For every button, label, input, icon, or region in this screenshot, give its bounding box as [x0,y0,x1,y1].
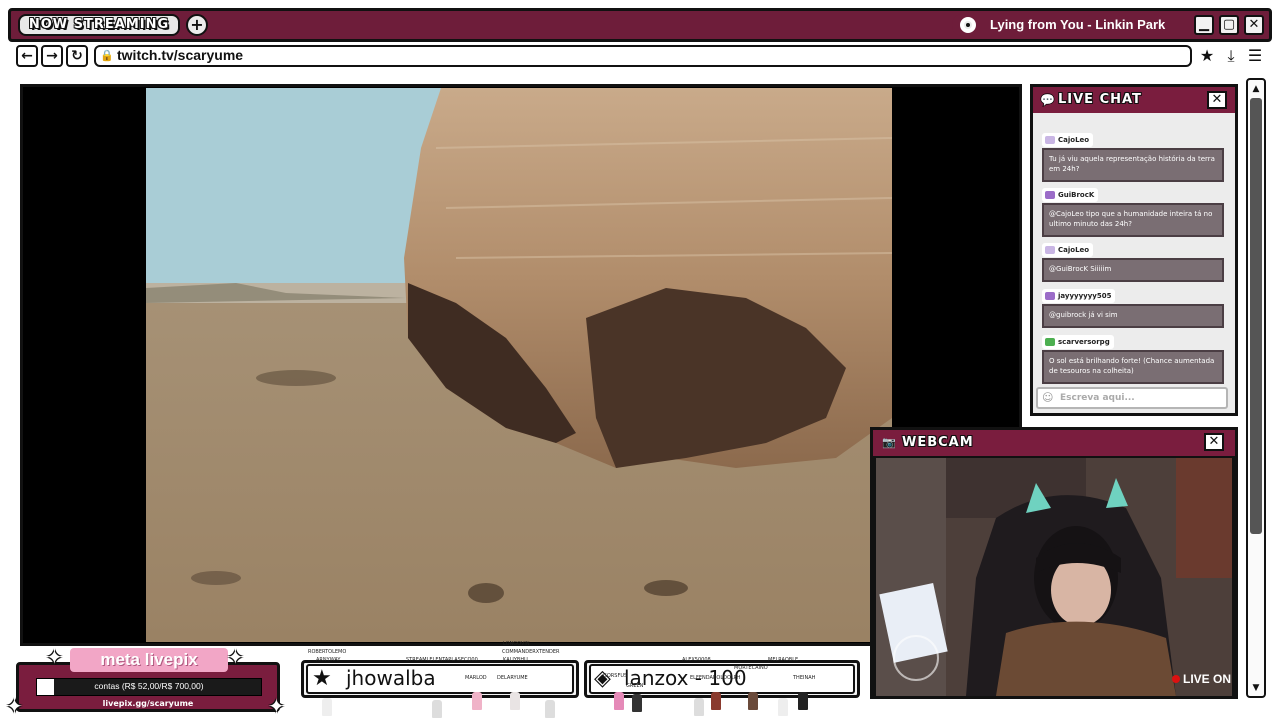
community-label: ELFENDAROLDOLPH [690,675,741,681]
goal-link[interactable]: livepix.gg/scaryume [16,699,280,708]
community-label: ALEX50008 [682,657,711,663]
webcam-feed [876,458,1232,696]
chat-username-text: scarversorpg [1058,338,1110,346]
community-label: COMMANDERXTENDER [502,649,560,655]
live-on-label: LIVE ON [1183,672,1232,686]
avatar-sprite [711,692,721,710]
community-label: ROBERTOLEMO [308,649,347,655]
chat-badge-icon [1045,191,1055,199]
minimize-button[interactable]: ▁ [1194,15,1214,35]
community-label: KALIYBHU [503,657,528,663]
menu-icon[interactable]: ☰ [1244,45,1266,67]
favorite-icon[interactable]: ★ [1196,45,1218,67]
chat-input-placeholder: Escreva aqui... [1060,393,1135,403]
chat-bubble-icon: 💬 [1040,93,1055,107]
goal-progress-text: contas (R$ 52,00/R$ 700,00) [94,681,204,691]
community-label: LONGOVIN [503,641,530,647]
close-window-button[interactable]: ✕ [1244,15,1264,35]
avatar-sprite [510,692,520,710]
community-label: MORTECAINO [734,665,768,671]
chat-message: O sol está brilhando forte! (Chance aume… [1042,350,1224,384]
chat-username[interactable]: GuiBrocK [1042,188,1099,202]
avatar-sprite [614,692,624,710]
star-icon: ✦ [46,645,63,669]
chat-badge-icon [1045,338,1055,346]
community-label: MELRAOBLE [768,657,799,663]
chat-message: @guibrock já vi sim [1042,304,1224,328]
community-label: MARLOD [465,675,487,681]
chat-username[interactable]: CajoLeo [1042,243,1094,257]
chat-badge-icon [1045,292,1055,300]
chat-message: @GuiBrocK Siiiiim [1042,258,1224,282]
chat-message: @CajoLeo tipo que a humanidade inteira t… [1042,203,1224,237]
now-playing-title: Lying from You - Linkin Park [990,17,1166,32]
chat-badge-icon [1045,136,1055,144]
scroll-up-button[interactable]: ▲ [1248,82,1264,96]
chat-username-text: GuiBrocK [1058,191,1095,199]
tab-now-streaming[interactable]: NOW STREAMING [18,14,180,36]
avatar-sprite [432,700,442,718]
community-label: ARNYWAY [316,657,341,663]
star-icon: ✦ [227,645,244,669]
webcam-title: WEBCAM [902,435,974,450]
avatar-sprite [322,698,332,716]
camera-icon: 📷 [882,436,896,449]
live-chat-title: LIVE CHAT [1058,92,1142,107]
avatar-sprite [472,692,482,710]
chat-username-text: CajoLeo [1058,136,1090,144]
chat-username[interactable]: CajoLeo [1042,133,1094,147]
star-badge-icon: ★ [312,666,332,691]
video-frame-desert-rock [146,88,892,642]
chat-close-button[interactable]: ✕ [1207,91,1227,109]
community-label: THEINAH [793,675,816,681]
avatar-sprite [778,698,788,716]
download-icon[interactable]: ⤓ [1220,45,1242,67]
music-disc-icon [960,17,976,33]
live-indicator-icon [1172,675,1180,683]
chat-username-text: CajoLeo [1058,246,1090,254]
forward-button[interactable]: → [41,45,63,67]
emoji-icon[interactable]: ☺ [1042,391,1053,404]
scrollbar-thumb[interactable] [1250,98,1262,534]
address-bar[interactable] [94,45,1192,67]
chat-username[interactable]: scarversorpg [1042,335,1114,349]
avatar-sprite [632,694,642,712]
maximize-button[interactable]: ▢ [1219,15,1239,35]
reload-button[interactable]: ↻ [66,45,88,67]
follower-name: jhowalba [346,666,436,690]
url-text[interactable]: twitch.tv/scaryume [117,47,243,63]
avatar-sprite [545,700,555,718]
chat-message: Tu já viu aquela representação história … [1042,148,1224,182]
avatar-sprite [748,692,758,710]
avatar-sprite [694,698,704,716]
community-label: DELARYUME [497,675,528,681]
chat-username[interactable]: jayyyyyyy505 [1042,289,1116,303]
back-button[interactable]: ← [16,45,38,67]
community-label: GREEN [626,683,644,689]
community-label: STREAMLELENTAPLASECO00 [406,657,478,663]
chat-badge-icon [1045,246,1055,254]
scroll-down-button[interactable]: ▼ [1248,681,1264,695]
community-label: GORSFUS [603,673,628,679]
goal-title: meta livepix [100,650,198,669]
chat-username-text: jayyyyyyy505 [1058,292,1112,300]
avatar-sprite [798,692,808,710]
lock-icon: 🔒 [100,49,114,62]
webcam-close-button[interactable]: ✕ [1204,433,1224,451]
add-tab-button[interactable]: + [186,14,208,36]
